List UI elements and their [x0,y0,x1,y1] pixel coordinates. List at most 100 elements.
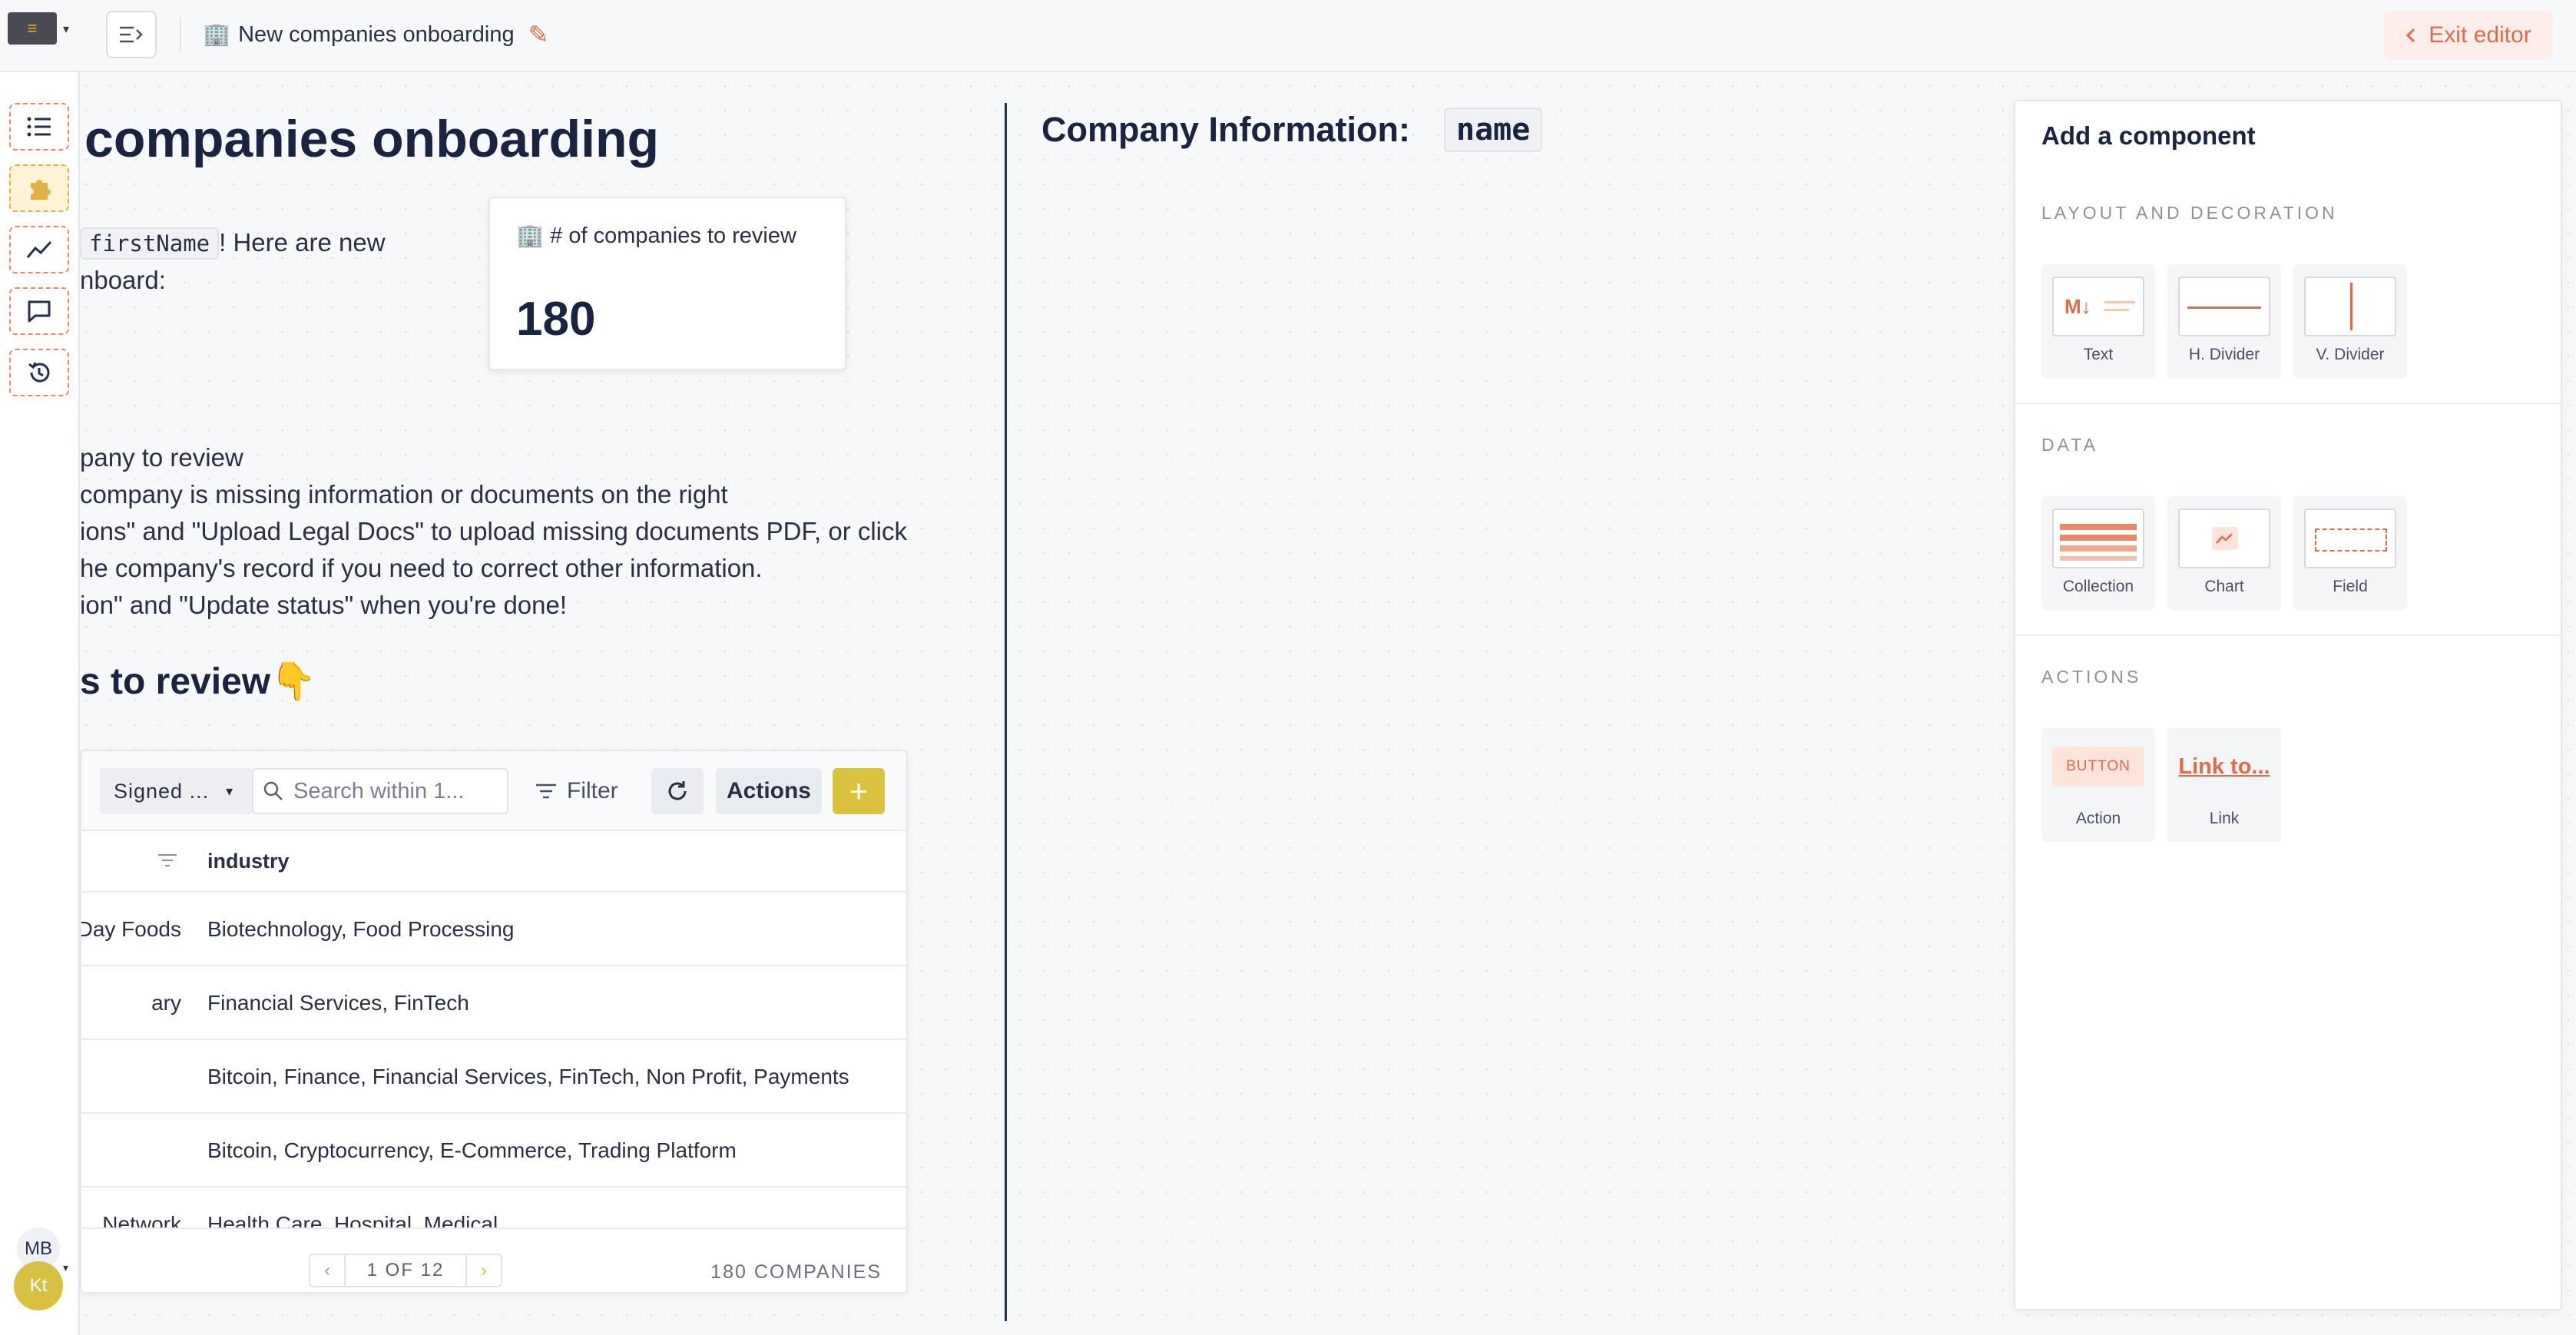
list-icon[interactable] [9,103,69,151]
field-chip: name [1444,108,1543,152]
instruction-line: ions" and "Upload Legal Docs" to upload … [80,517,908,545]
filter-label: Filter [567,778,618,803]
chevron-left-icon [2406,28,2415,43]
exit-editor-label: Exit editor [2429,22,2531,48]
kpi-label-text: # of companies to review [550,224,796,248]
page-title-text: New companies onboarding [238,22,515,47]
tile-label: Collection [2062,578,2134,595]
app-logo[interactable]: ≡ [8,12,57,45]
cell-name: ary [151,991,181,1015]
greeting-rest: ! Here are new [219,228,386,257]
puzzle-icon[interactable] [9,164,69,212]
variable-chip: firstName [80,227,220,260]
filter-button[interactable]: Filter [535,768,618,814]
refresh-button[interactable] [651,768,704,814]
field-icon [2304,508,2396,568]
page-title: 🏢 New companies onboarding ✎ [203,20,548,49]
company-info-heading: Company Information: name [1041,108,1543,152]
instruction-line: ion" and "Update status" when you're don… [80,591,568,619]
companies-table: Signed ... ▾ Search within 1... Filter A… [80,750,908,1294]
status-filter-value: Signed ... [114,779,210,803]
horizontal-divider-icon [2178,277,2270,336]
markdown-icon: M↓ [2052,277,2144,336]
link-preview: Link to... [2178,754,2270,779]
kpi-value: 180 [516,293,596,346]
vertical-divider-icon [2304,277,2396,336]
button-preview: BUTTON [2066,758,2131,774]
component-tile-h-divider[interactable]: H. Divider [2167,264,2281,378]
table-row[interactable]: ary Financial Services, FinTech [81,966,906,1040]
table-row[interactable]: Bitcoin, Cryptocurrency, E-Commerce, Tra… [81,1114,906,1188]
vertical-divider [1005,103,1007,1321]
column-header-industry[interactable]: industry [207,850,290,873]
instruction-line: he company's record if you need to corre… [80,554,763,582]
chart-icon [2178,508,2270,568]
component-tile-link[interactable]: Link to... Link [2167,728,2281,842]
cell-industry: Financial Services, FinTech [207,991,469,1015]
component-tile-action[interactable]: BUTTON Action [2041,728,2155,842]
search-placeholder: Search within 1... [293,778,465,803]
table-footer: ‹ 1 OF 12 › 180 COMPANIES [81,1227,906,1292]
chevron-down-icon: ▾ [226,783,234,799]
add-record-button[interactable]: + [833,768,885,814]
tile-label: H. Divider [2188,346,2260,363]
exit-editor-button[interactable]: Exit editor [2384,11,2553,60]
instructions-text: pany to review company is missing inform… [80,439,907,624]
kpi-card[interactable]: 🏢 # of companies to review 180 [488,197,846,370]
tile-label: Link [2209,810,2240,827]
component-tile-chart[interactable]: Chart [2167,496,2281,610]
pencil-icon[interactable]: ✎ [528,20,549,49]
instruction-line: company is missing information or docume… [80,480,728,508]
org-avatar[interactable]: Kt [14,1261,63,1310]
dashboard-heading: companies onboarding [84,110,660,168]
history-icon[interactable] [9,349,69,396]
section-separator [2015,402,2561,404]
greeting-line2: nboard: [80,266,166,294]
building-icon: 🏢 [516,224,545,248]
section-heading-text: s to review [80,661,271,702]
next-page-button[interactable]: › [465,1254,502,1287]
kpi-label: 🏢 # of companies to review [516,223,796,249]
component-tile-collection[interactable]: Collection [2041,496,2155,610]
prev-page-button[interactable]: ‹ [309,1254,346,1287]
cell-name: Day Foods [81,917,181,941]
section-heading: s to review👇 [80,659,316,703]
chevron-down-icon[interactable]: ▾ [63,1261,68,1274]
table-row[interactable]: Bitcoin, Finance, Financial Services, Fi… [81,1040,906,1114]
table-toolbar: Signed ... ▾ Search within 1... Filter A… [81,751,906,831]
greeting-text: firstName! Here are new nboard: [80,224,386,299]
instruction-line: pany to review [80,443,243,472]
tile-label: Field [2333,578,2368,595]
markdown-preview: M↓ [2064,295,2091,318]
filter-icon [536,783,556,799]
refresh-icon [668,781,687,800]
component-tile-text[interactable]: M↓ Text [2041,264,2155,378]
panel-title: Add a component [2041,121,2256,150]
toggle-sidebar-button[interactable] [106,11,157,58]
status-filter-select[interactable]: Signed ... ▾ [100,768,253,814]
pointing-down-icon: 👇 [270,661,316,702]
cell-industry: Biotechnology, Food Processing [207,917,515,941]
left-rail: MB Kt ▾ [0,72,80,1335]
record-count: 180 COMPANIES [710,1261,882,1283]
tile-label: Chart [2204,578,2244,595]
add-component-panel: Add a component LAYOUT AND DECORATION M↓… [2014,100,2562,1310]
section-title-data: DATA [2041,435,2098,455]
component-tile-v-divider[interactable]: V. Divider [2293,264,2407,378]
top-bar: ≡ ▾ 🏢 New companies onboarding ✎ Exit ed… [0,0,2576,72]
table-row[interactable]: Day Foods Biotechnology, Food Processing [81,893,906,966]
sidebar-toggle-icon [120,26,143,43]
chart-line-icon[interactable] [9,226,69,273]
component-tile-field[interactable]: Field [2293,496,2407,610]
actions-button[interactable]: Actions [716,768,822,814]
section-separator [2015,634,2561,636]
comment-icon[interactable] [9,287,69,335]
search-icon [263,781,283,800]
collection-icon [2052,508,2144,568]
toolbar-divider [180,17,181,52]
search-input[interactable]: Search within 1... [252,768,508,814]
chevron-down-icon[interactable]: ▾ [63,22,69,37]
table-header: industry [81,831,906,893]
sort-icon[interactable] [157,851,178,870]
cell-industry: Bitcoin, Cryptocurrency, E-Commerce, Tra… [207,1138,737,1162]
